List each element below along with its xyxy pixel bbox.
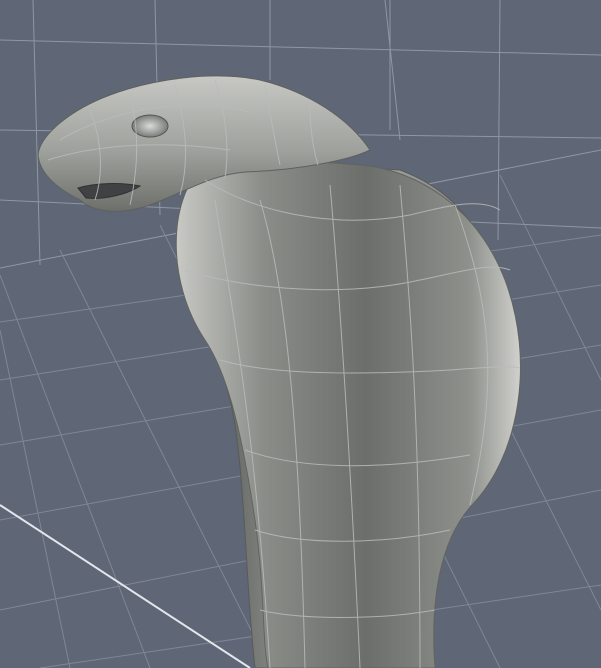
cobra-hood xyxy=(175,161,521,668)
cobra-model[interactable] xyxy=(37,75,521,668)
3d-viewport[interactable] xyxy=(0,0,601,668)
floor-axis-line xyxy=(0,504,251,668)
viewport-scene[interactable] xyxy=(0,0,601,668)
cobra-eye xyxy=(131,114,169,138)
